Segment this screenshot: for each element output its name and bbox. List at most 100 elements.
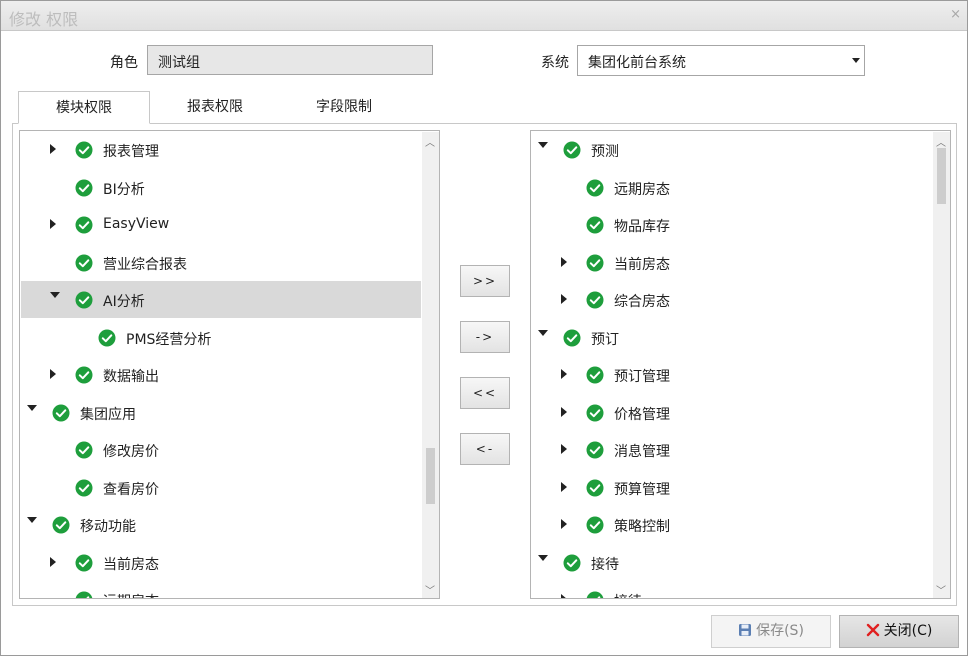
check-circle-icon[interactable]	[75, 216, 93, 234]
check-circle-icon[interactable]	[586, 254, 604, 272]
granted-modules-tree[interactable]: 接待接待策略控制预算管理消息管理价格管理预订管理预订综合房态当前房态物品库存远期…	[530, 130, 951, 599]
check-circle-icon[interactable]	[586, 441, 604, 459]
check-circle-icon[interactable]	[75, 479, 93, 497]
remove-selected-button[interactable]: <-	[460, 433, 510, 465]
caret-right-icon[interactable]	[561, 481, 567, 492]
check-circle-icon[interactable]	[75, 254, 93, 272]
available-modules-tree[interactable]: 远期房态 当前房态 移动功能 查看房价 修改房价 集团应用 数据输出 PMS经营分析 AI分析 营…	[19, 130, 440, 599]
check-circle-icon[interactable]	[586, 479, 604, 497]
caret-right-icon[interactable]	[50, 369, 56, 379]
caret-down-icon[interactable]	[27, 517, 37, 523]
check-circle-icon[interactable]	[586, 591, 604, 598]
tree-node[interactable]: 消息管理	[532, 431, 932, 468]
caret-right-icon[interactable]	[50, 219, 56, 229]
tree-node[interactable]: 策略控制	[532, 506, 932, 543]
scroll-thumb[interactable]	[426, 448, 435, 504]
tree-node-label: 价格管理	[614, 406, 670, 423]
tree-node[interactable]: 当前房态	[21, 544, 421, 581]
tree-node[interactable]: 集团应用	[21, 394, 421, 431]
tree-node[interactable]: 综合房态	[532, 281, 932, 318]
caret-right-icon[interactable]	[50, 144, 56, 154]
tab-field-restriction[interactable]: 字段限制	[280, 91, 408, 123]
tree-node-label: 综合房态	[614, 294, 670, 310]
tree-node[interactable]: 移动功能	[21, 506, 421, 543]
check-circle-icon[interactable]	[98, 329, 116, 347]
system-select[interactable]: 集团化前台系统	[577, 45, 865, 76]
add-all-button[interactable]: >>	[460, 265, 510, 297]
caret-right-icon[interactable]	[561, 256, 567, 267]
left-tree-scrollbar[interactable]: ︿ ﹀	[422, 132, 439, 598]
check-circle-icon[interactable]	[586, 516, 604, 534]
check-circle-icon[interactable]	[75, 179, 93, 197]
check-circle-icon[interactable]	[75, 291, 93, 309]
tree-node[interactable]: 远期房态	[21, 581, 421, 598]
tree-node[interactable]: 价格管理	[532, 394, 932, 431]
tree-node[interactable]: PMS经营分析	[21, 319, 421, 356]
check-circle-icon[interactable]	[586, 366, 604, 384]
caret-right-icon[interactable]	[50, 556, 56, 567]
tree-node[interactable]: BI分析	[21, 169, 421, 206]
tree-node[interactable]: 预测	[532, 131, 932, 168]
tree-node-label: 消息管理	[614, 444, 670, 460]
scroll-up-icon[interactable]: ︿	[425, 134, 435, 149]
caret-right-icon[interactable]	[561, 406, 567, 417]
tree-node-label: 预订	[591, 331, 619, 348]
tree-node[interactable]: 预订	[532, 319, 932, 356]
caret-down-icon[interactable]	[538, 554, 548, 561]
close-button[interactable]: 关闭(C)	[839, 615, 959, 648]
tree-node[interactable]: 查看房价	[21, 469, 421, 506]
tab-report-permission[interactable]: 报表权限	[151, 91, 279, 123]
caret-right-icon[interactable]	[561, 519, 567, 529]
add-selected-button[interactable]: ->	[460, 321, 510, 353]
tree-node[interactable]: 当前房态	[532, 244, 932, 281]
check-circle-icon[interactable]	[586, 216, 604, 234]
tree-node-label: 接待	[591, 556, 619, 573]
tree-node-label: AI分析	[103, 294, 145, 310]
check-circle-icon[interactable]	[52, 404, 70, 422]
check-circle-icon[interactable]	[75, 441, 93, 459]
tree-node[interactable]: 营业综合报表	[21, 244, 421, 281]
tree-node[interactable]: AI分析	[21, 281, 421, 318]
check-circle-icon[interactable]	[75, 366, 93, 384]
scroll-down-icon[interactable]: ﹀	[425, 582, 435, 597]
check-circle-icon[interactable]	[586, 291, 604, 309]
tree-node[interactable]: 接待	[532, 581, 932, 598]
caret-right-icon[interactable]	[561, 369, 567, 379]
tree-node[interactable]: 远期房态	[532, 169, 932, 206]
chevron-down-icon	[852, 58, 860, 63]
check-circle-icon[interactable]	[75, 141, 93, 159]
tree-node[interactable]: 修改房价	[21, 431, 421, 468]
caret-down-icon[interactable]	[538, 329, 548, 336]
close-icon[interactable]: ×	[950, 7, 961, 22]
check-circle-icon[interactable]	[563, 554, 581, 572]
save-button[interactable]: 保存(S)	[711, 615, 831, 648]
scroll-up-icon[interactable]: ︿	[936, 134, 946, 149]
scroll-down-icon[interactable]: ﹀	[936, 582, 946, 597]
check-circle-icon[interactable]	[75, 554, 93, 572]
tree-node[interactable]: 接待	[532, 544, 932, 581]
caret-down-icon[interactable]	[27, 404, 37, 411]
caret-right-icon[interactable]	[561, 594, 567, 598]
check-circle-icon[interactable]	[52, 516, 70, 534]
tree-node-label: 查看房价	[103, 481, 159, 498]
tree-node[interactable]: 数据输出	[21, 356, 421, 393]
tree-node-label: 营业综合报表	[103, 256, 187, 273]
caret-down-icon[interactable]	[50, 292, 60, 298]
tree-node[interactable]: 物品库存	[532, 206, 932, 243]
check-circle-icon[interactable]	[586, 179, 604, 197]
tree-node[interactable]: 预算管理	[532, 469, 932, 506]
caret-right-icon[interactable]	[561, 294, 567, 304]
check-circle-icon[interactable]	[563, 141, 581, 159]
scroll-thumb[interactable]	[937, 148, 946, 204]
check-circle-icon[interactable]	[563, 329, 581, 347]
right-tree-scrollbar[interactable]: ︿ ﹀	[933, 132, 950, 598]
tree-node[interactable]: 预订管理	[532, 356, 932, 393]
check-circle-icon[interactable]	[75, 591, 93, 598]
tree-node[interactable]: 报表管理	[21, 131, 421, 168]
remove-all-button[interactable]: <<	[460, 377, 510, 409]
tab-module-permission[interactable]: 模块权限	[18, 91, 150, 124]
caret-right-icon[interactable]	[561, 444, 567, 454]
tree-node[interactable]: EasyView	[21, 206, 421, 243]
check-circle-icon[interactable]	[586, 404, 604, 422]
caret-down-icon[interactable]	[538, 142, 548, 148]
